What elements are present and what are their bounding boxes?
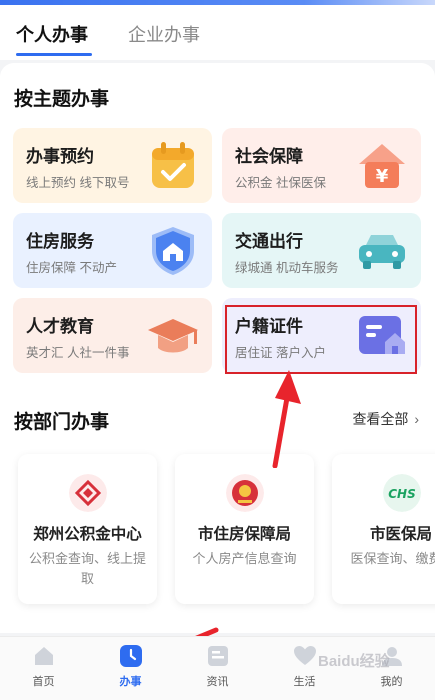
tab-personal[interactable]: 个人办事 [16, 21, 88, 47]
topic-subtitle: 公积金 社保医保 [235, 176, 326, 190]
department-card-medical-insurance[interactable]: CHS 市医保局 医保查询、缴费 [332, 454, 435, 604]
tab-enterprise[interactable]: 企业办事 [128, 21, 200, 47]
active-tab-indicator [16, 53, 92, 56]
topic-tile-social-security[interactable]: 社会保障 公积金 社保医保 ¥ [222, 128, 421, 203]
clock-icon [119, 645, 142, 667]
news-icon [207, 646, 228, 666]
topic-subtitle: 住房保障 不动产 [26, 261, 117, 275]
calendar-check-icon [152, 142, 194, 188]
nav-label: 资讯 [206, 676, 229, 688]
department-card-housing-security[interactable]: 市住房保障局 个人房产信息查询 [175, 454, 314, 604]
section-title-by-topic: 按主题办事 [14, 89, 110, 110]
topic-title: 交通出行 [235, 232, 303, 251]
house-yuan-icon: ¥ [359, 144, 405, 188]
svg-text:¥: ¥ [376, 166, 389, 187]
national-emblem-logo [225, 474, 264, 512]
department-name: 郑州公积金中心 [33, 526, 142, 543]
topic-subtitle: 绿城通 机动车服务 [235, 261, 339, 275]
watermark-text: Baidu经验 [318, 653, 390, 670]
topic-title: 住房服务 [26, 232, 94, 251]
topic-tile-appointment[interactable]: 办事预约 线上预约 线下取号 [13, 128, 212, 203]
annotation-arrow-up [272, 370, 301, 468]
chs-logo-text: CHS [388, 487, 416, 501]
topic-tile-transport[interactable]: 交通出行 绿城通 机动车服务 [222, 213, 421, 288]
nav-label: 生活 [293, 676, 316, 688]
topic-tile-talent-education[interactable]: 人才教育 英才汇 人社一件事 [13, 298, 212, 373]
section-title-by-department: 按部门办事 [14, 412, 110, 433]
department-name: 市住房保障局 [197, 526, 291, 543]
view-all-label: 查看全部 [352, 411, 409, 427]
topic-tile-housing[interactable]: 住房服务 住房保障 不动产 [13, 213, 212, 288]
tab-bar: 个人办事 企业办事 [0, 5, 435, 60]
nav-label: 首页 [32, 676, 55, 688]
topic-title: 社会保障 [235, 147, 303, 166]
housing-fund-logo [68, 474, 107, 512]
department-description: 公积金查询、线上提取 [28, 551, 146, 586]
department-description: 个人房产信息查询 [192, 551, 297, 566]
chs-logo: CHS [383, 474, 421, 512]
department-description: 医保查询、缴费 [350, 551, 435, 566]
highlight-box [225, 305, 417, 374]
department-name: 市医保局 [370, 526, 433, 543]
nav-label: 办事 [119, 676, 142, 688]
heart-icon [293, 646, 316, 665]
department-card-housing-fund[interactable]: 郑州公积金中心 公积金查询、线上提取 [18, 454, 157, 604]
house-shield-icon [152, 227, 194, 275]
nav-services[interactable]: 办事 [87, 637, 174, 700]
chevron-right-icon: › [414, 411, 419, 427]
topic-subtitle: 线上预约 线下取号 [26, 176, 130, 190]
nav-label: 我的 [380, 676, 403, 688]
nav-home[interactable]: 首页 [0, 637, 87, 700]
graduation-cap-icon [148, 319, 198, 353]
home-icon [34, 647, 53, 665]
topic-title: 人才教育 [26, 317, 94, 336]
nav-news[interactable]: 资讯 [174, 637, 261, 700]
view-all-link[interactable]: 查看全部 › [352, 409, 419, 429]
topic-title: 办事预约 [26, 147, 94, 166]
car-icon [359, 235, 405, 269]
topic-subtitle: 英才汇 人社一件事 [26, 346, 130, 360]
